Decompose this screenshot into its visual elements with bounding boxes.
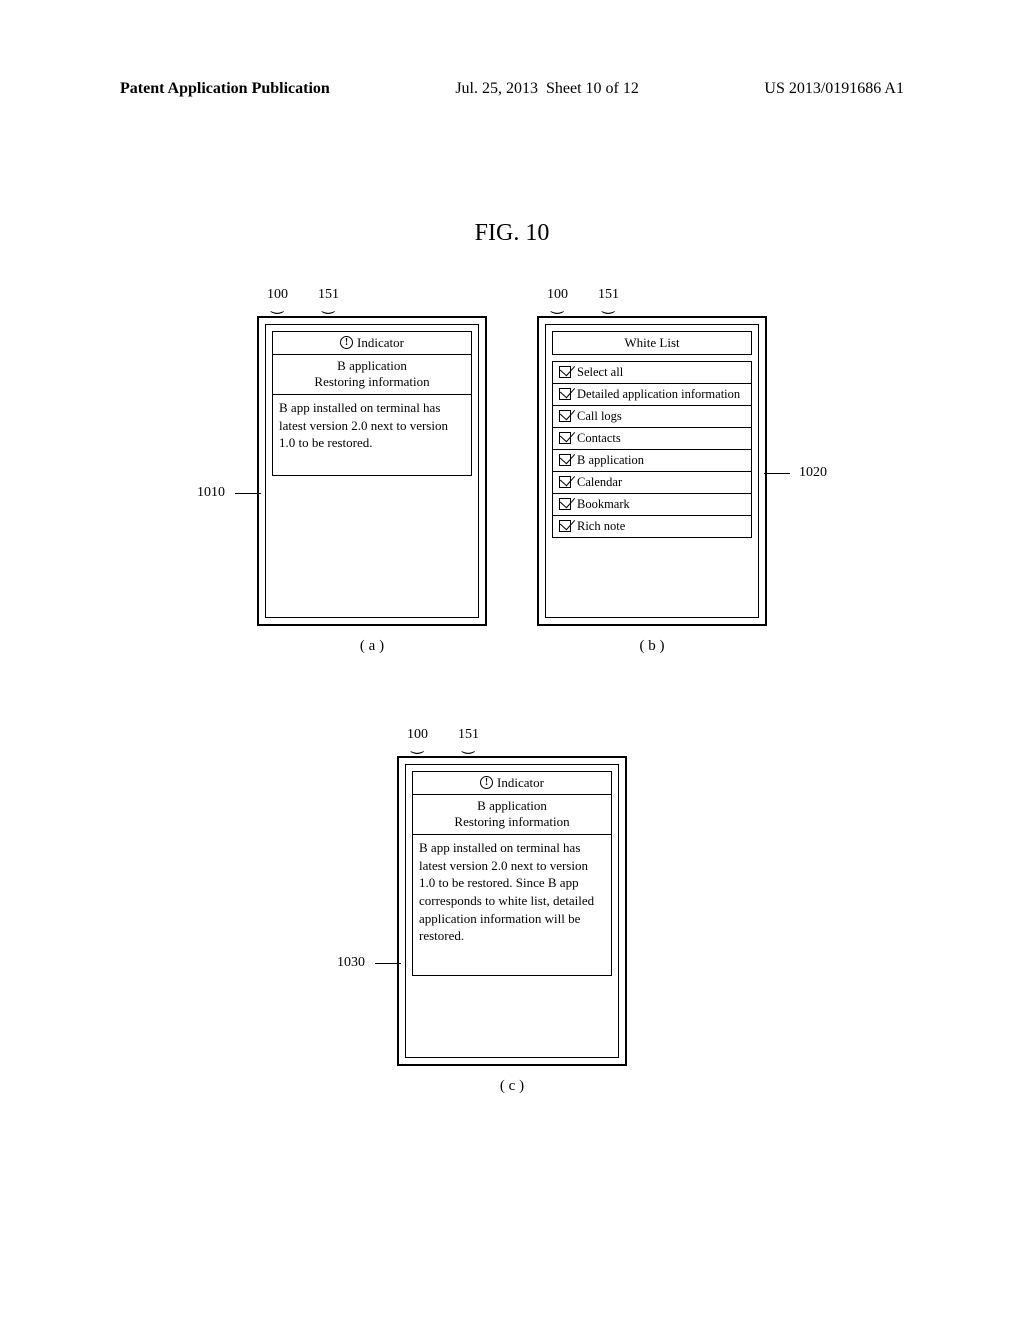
refs-c: 100⏝ 151⏝: [407, 730, 627, 752]
callout-line-1020: [764, 473, 790, 474]
checkbox-icon[interactable]: [559, 498, 571, 510]
device-wrap-c: 1030 100⏝ 151⏝ ! Indicator B application…: [397, 730, 627, 1095]
device-b: White List Select all Detailed applicati…: [537, 316, 767, 626]
sublabel-b: ( b ): [537, 638, 767, 655]
list-item[interactable]: Rich note: [553, 516, 751, 537]
checkbox-icon[interactable]: [559, 476, 571, 488]
device-wrap-a: 1010 100⏝ 151⏝ ! Indicator B application…: [257, 290, 487, 655]
alert-icon: !: [340, 336, 353, 349]
checkbox-icon[interactable]: [559, 410, 571, 422]
callout-label-1030: 1030: [337, 955, 365, 971]
list-item[interactable]: B application: [553, 450, 751, 472]
list-item[interactable]: Detailed application information: [553, 384, 751, 406]
info-panel-c: ! Indicator B application Restoring info…: [412, 771, 612, 977]
panel-subheader-c: B application Restoring information: [413, 795, 611, 836]
sublabel-a: ( a ): [257, 638, 487, 655]
publication-label: Patent Application Publication: [120, 80, 330, 98]
list-item[interactable]: Contacts: [553, 428, 751, 450]
date-sheet: Jul. 25, 2013 Sheet 10 of 12: [455, 80, 639, 98]
list-item[interactable]: Calendar: [553, 472, 751, 494]
refs-a: 100⏝ 151⏝: [267, 290, 487, 312]
white-list-header: White List: [552, 331, 752, 355]
publication-number: US 2013/0191686 A1: [764, 80, 904, 98]
refs-b: 100⏝ 151⏝: [547, 290, 767, 312]
screen-b: White List Select all Detailed applicati…: [545, 324, 759, 618]
checkbox-icon[interactable]: [559, 520, 571, 532]
page-header: Patent Application Publication Jul. 25, …: [0, 80, 1024, 98]
white-list: Select all Detailed application informat…: [552, 361, 752, 538]
device-c: ! Indicator B application Restoring info…: [397, 756, 627, 1066]
checkbox-icon[interactable]: [559, 366, 571, 378]
callout-label-1010: 1010: [197, 485, 225, 501]
indicator-header-a: ! Indicator: [273, 332, 471, 355]
screen-a: ! Indicator B application Restoring info…: [265, 324, 479, 618]
sublabel-c: ( c ): [397, 1078, 627, 1095]
alert-icon: !: [480, 776, 493, 789]
device-a: ! Indicator B application Restoring info…: [257, 316, 487, 626]
indicator-header-c: ! Indicator: [413, 772, 611, 795]
panel-subheader-a: B application Restoring information: [273, 355, 471, 396]
figure-title: FIG. 10: [0, 220, 1024, 247]
list-item[interactable]: Select all: [553, 362, 751, 384]
list-item[interactable]: Bookmark: [553, 494, 751, 516]
checkbox-icon[interactable]: [559, 432, 571, 444]
checkbox-icon[interactable]: [559, 454, 571, 466]
list-item[interactable]: Call logs: [553, 406, 751, 428]
checkbox-icon[interactable]: [559, 388, 571, 400]
device-wrap-b: 1020 100⏝ 151⏝ White List Select all Det…: [537, 290, 767, 655]
callout-label-1020: 1020: [799, 465, 827, 481]
screen-c: ! Indicator B application Restoring info…: [405, 764, 619, 1058]
panel-body-c: B app installed on terminal has latest v…: [413, 835, 611, 975]
panel-body-a: B app installed on terminal has latest v…: [273, 395, 471, 475]
info-panel-a: ! Indicator B application Restoring info…: [272, 331, 472, 477]
